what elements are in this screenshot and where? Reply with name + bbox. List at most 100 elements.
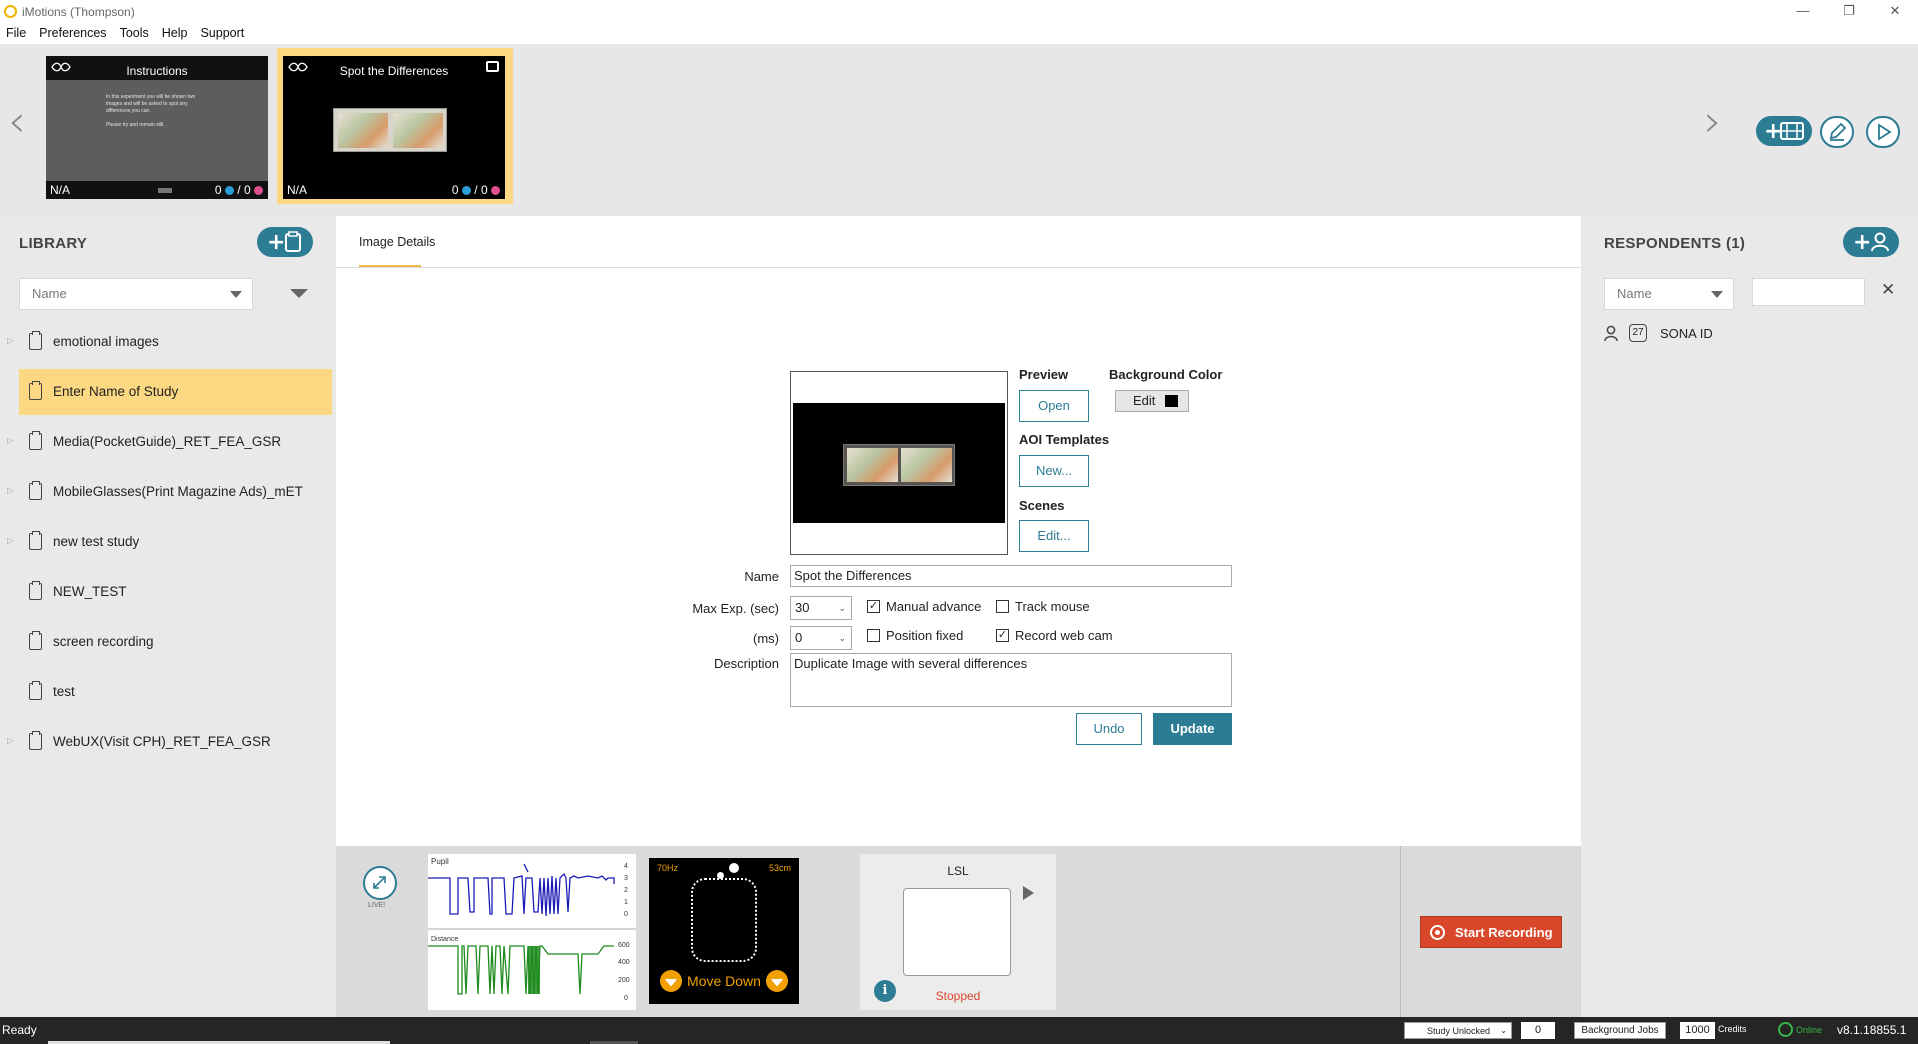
eye-dot-left: [717, 872, 724, 879]
start-recording-button[interactable]: Start Recording: [1420, 916, 1562, 948]
background-jobs-button[interactable]: Background Jobs: [1574, 1022, 1666, 1039]
update-button[interactable]: Update: [1153, 713, 1232, 745]
edit-stimulus-button[interactable]: [1820, 116, 1854, 148]
respondent-sort-select[interactable]: Name: [1604, 278, 1734, 310]
study-lock-select[interactable]: Study Unlocked ⌄: [1404, 1022, 1512, 1039]
stimulus-strip: ‹ Instructions In this experiment you wi…: [0, 44, 1918, 216]
play-icon: [1878, 123, 1892, 141]
window-title: iMotions (Thompson): [22, 5, 135, 19]
library-item[interactable]: ▷ MobileGlasses(Print Magazine Ads)_mET: [0, 469, 330, 515]
manual-advance-checkbox[interactable]: ✓: [867, 600, 880, 613]
aoi-new-button[interactable]: New...: [1019, 455, 1089, 487]
add-respondent-button[interactable]: +: [1843, 227, 1899, 257]
restore-button[interactable]: ❐: [1826, 0, 1872, 22]
preview-image: [843, 444, 955, 486]
clear-search-icon[interactable]: ✕: [1881, 280, 1895, 300]
respondents-title: RESPONDENTS (1): [1604, 235, 1746, 252]
next-arrow-icon[interactable]: ›: [1704, 96, 1722, 147]
menu-support[interactable]: Support: [194, 26, 251, 40]
max-exposure-select[interactable]: 30 ⌄: [790, 596, 852, 620]
library-item[interactable]: ▷ emotional images: [0, 319, 330, 365]
library-panel: LIBRARY + Name ▷ emotional images Enter N…: [0, 216, 336, 1017]
library-item[interactable]: test: [0, 669, 330, 715]
lsl-widget: LSL i Stopped: [860, 854, 1056, 1010]
undo-button[interactable]: Undo: [1076, 713, 1142, 745]
clipboard-icon: [29, 581, 42, 600]
menu-preferences[interactable]: Preferences: [33, 26, 113, 40]
ms-select[interactable]: 0 ⌄: [790, 626, 852, 650]
thumb-na: N/A: [50, 183, 71, 197]
expand-icon[interactable]: ▷: [7, 536, 13, 545]
expand-icon[interactable]: ▷: [7, 336, 13, 345]
name-field[interactable]: Spot the Differences: [790, 565, 1232, 587]
expand-icon: [373, 876, 386, 889]
color-swatch: [1165, 395, 1178, 407]
menu-help[interactable]: Help: [156, 26, 195, 40]
clipboard-icon: [29, 431, 42, 450]
filter-dropdown-icon[interactable]: [290, 289, 308, 298]
svg-text:3: 3: [624, 875, 628, 882]
tab-image-details[interactable]: Image Details: [359, 235, 435, 249]
play-button[interactable]: [1866, 116, 1900, 148]
stimulus-preview: [790, 371, 1008, 555]
thumb-progress: [158, 188, 172, 193]
library-sort-select[interactable]: Name: [19, 278, 253, 310]
svg-text:200: 200: [618, 977, 630, 984]
stimulus-thumb-spot-differences[interactable]: Spot the Differences N/A 0 / 0: [283, 56, 505, 199]
expand-icon[interactable]: ▷: [7, 486, 13, 495]
menu-file[interactable]: File: [0, 26, 33, 40]
svg-text:+: +: [1764, 119, 1782, 144]
signal-chart: 4 3 2 1 0 Distance 600 400 200 0: [428, 863, 636, 1002]
credits-label: Credits: [1718, 1024, 1747, 1034]
thumb-instruction-text: In this experiment you will be shown two…: [106, 94, 196, 128]
library-item[interactable]: ▷ new test study: [0, 519, 330, 565]
open-button[interactable]: Open: [1019, 390, 1089, 422]
expand-live-button[interactable]: [363, 866, 397, 900]
menu-bar: File Preferences Tools Help Support: [0, 24, 251, 44]
background-color-label: Background Color: [1109, 367, 1223, 382]
online-label: Online: [1796, 1025, 1823, 1035]
svg-text:Distance: Distance: [431, 936, 458, 943]
track-mouse-checkbox[interactable]: [996, 600, 1009, 613]
add-stimulus-button[interactable]: +: [1756, 116, 1812, 146]
name-label: Name: [744, 569, 779, 584]
status-text: Ready: [2, 1023, 37, 1037]
menu-tools[interactable]: Tools: [114, 26, 156, 40]
library-item[interactable]: ▷ WebUX(Visit CPH)_RET_FEA_GSR: [0, 719, 330, 765]
clipboard-icon: [29, 681, 42, 700]
add-study-button[interactable]: +: [257, 227, 313, 257]
position-fixed-checkbox[interactable]: [867, 629, 880, 642]
chevron-down-icon: [230, 291, 242, 298]
scenes-edit-button[interactable]: Edit...: [1019, 520, 1089, 552]
thumb-title: Instructions: [126, 64, 188, 78]
close-button[interactable]: ✕: [1872, 0, 1918, 22]
library-item[interactable]: ▷ Media(PocketGuide)_RET_FEA_GSR: [0, 419, 330, 465]
respondent-search-input[interactable]: [1752, 278, 1865, 306]
svg-text:0: 0: [624, 995, 628, 1002]
stimulus-thumb-instructions[interactable]: Instructions In this experiment you will…: [46, 56, 268, 199]
respondent-label: SONA ID: [1660, 326, 1713, 341]
library-item[interactable]: screen recording: [0, 619, 330, 665]
description-field[interactable]: Duplicate Image with several differences: [790, 653, 1232, 707]
record-icon: [1430, 925, 1445, 940]
respondents-panel: RESPONDENTS (1) + Name ✕ 27 SONA ID: [1581, 216, 1918, 1017]
expand-icon[interactable]: ▷: [7, 436, 13, 445]
library-item-selected[interactable]: Enter Name of Study: [19, 369, 332, 415]
minimize-button[interactable]: —: [1780, 0, 1826, 22]
record-webcam-checkbox[interactable]: ✓: [996, 629, 1009, 642]
eyetracker-graphs: Pupil 4 3 2 1 0 Distance 600 400 200 0: [428, 854, 636, 1010]
play-icon[interactable]: [1023, 886, 1034, 900]
background-color-edit-button[interactable]: Edit: [1115, 390, 1189, 412]
move-down-icon: [766, 970, 788, 992]
respondent-row[interactable]: 27 SONA ID: [1603, 323, 1903, 347]
chevron-down-icon: [1711, 291, 1723, 298]
camera-icon: [486, 61, 499, 72]
description-label: Description: [713, 656, 779, 671]
prev-arrow-icon[interactable]: ‹: [8, 96, 26, 147]
library-item[interactable]: NEW_TEST: [0, 569, 330, 615]
expand-icon[interactable]: ▷: [7, 736, 13, 745]
live-label: LIVE!: [368, 902, 386, 909]
lsl-title: LSL: [947, 864, 969, 878]
trackbox-widget: 70Hz 53cm Move Down: [649, 858, 799, 1004]
position-fixed-label: Position fixed: [886, 628, 964, 643]
